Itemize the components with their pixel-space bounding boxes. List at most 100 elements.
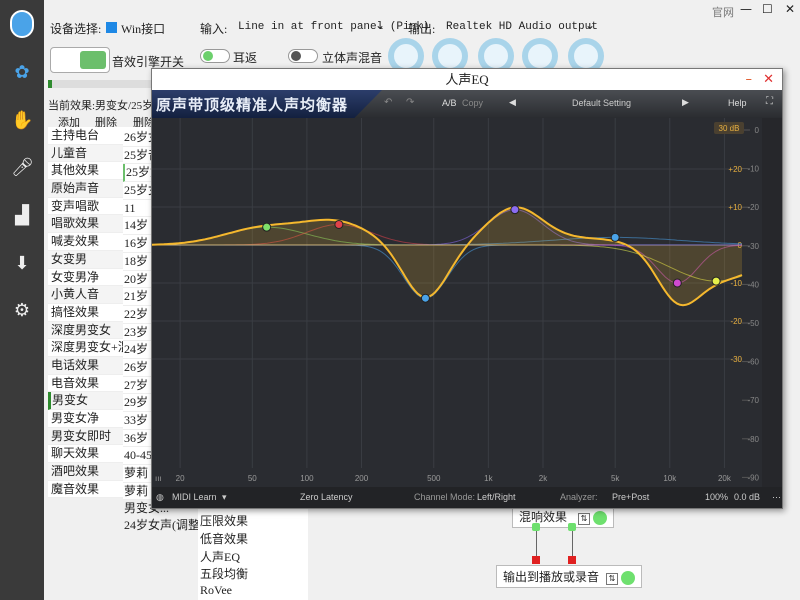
redo-icon[interactable]: ↷ bbox=[406, 97, 414, 108]
band-handle-2[interactable] bbox=[334, 219, 344, 229]
preset-list-item[interactable]: 40-45 bbox=[123, 447, 153, 466]
minimize-button[interactable]: — bbox=[740, 2, 752, 16]
freq-tick-label: 1k bbox=[484, 474, 493, 483]
zoom-value[interactable]: 100% bbox=[705, 492, 728, 502]
maximize-button[interactable]: ☐ bbox=[762, 2, 773, 16]
analyzer-tick-label: -20 bbox=[747, 203, 759, 212]
channel-mode-value[interactable]: Left/Right bbox=[477, 492, 516, 502]
fx-item-5band-eq[interactable]: 五段均衡 bbox=[200, 565, 248, 582]
preset-prev-icon[interactable]: ◀ bbox=[509, 97, 516, 108]
midi-dropdown-icon[interactable]: ▾ bbox=[222, 492, 227, 503]
hand-nav-icon[interactable]: ✋ bbox=[11, 110, 33, 132]
preset-list-item[interactable]: 33岁 bbox=[123, 412, 153, 430]
reverb-node-label: 混响效果 bbox=[519, 510, 568, 524]
output-dropdown-icon[interactable]: ⌄ bbox=[585, 18, 595, 32]
eq-graph[interactable]: 20 50 100 200 500 1k 2k 5k 10k 20k +20 +10 0 -10 -20 -3… bbox=[152, 118, 782, 487]
download-nav-icon[interactable]: ⬇ bbox=[11, 253, 33, 275]
preset-list-item[interactable]: 23岁 bbox=[123, 323, 153, 342]
preset-list-item[interactable]: 24岁 bbox=[123, 341, 153, 359]
preset-list-item[interactable]: 14岁 bbox=[123, 217, 153, 236]
preset-list-item[interactable]: 36岁 bbox=[123, 429, 153, 448]
preset-list-item[interactable]: 25岁女 bbox=[123, 164, 153, 183]
midi-learn-button[interactable]: MIDI Learn bbox=[172, 492, 217, 502]
preset-list-item[interactable]: 22岁 bbox=[123, 305, 153, 324]
undo-icon[interactable]: ↶ bbox=[384, 97, 392, 108]
progress-bar bbox=[48, 80, 152, 88]
analyzer-value[interactable]: Pre+Post bbox=[612, 492, 649, 502]
preset-list-item[interactable]: 21岁 bbox=[123, 288, 153, 306]
presets-list: 26岁女25岁音25岁女25岁女1114岁16岁18岁20岁21岁22岁23岁2… bbox=[123, 129, 153, 501]
preset-list-item[interactable]: 25岁音 bbox=[123, 146, 153, 165]
analyzer-tick-label: -90 bbox=[747, 473, 759, 482]
preset-list-item[interactable]: 20岁 bbox=[123, 270, 153, 289]
freq-tick-label: 100 bbox=[300, 474, 314, 483]
reverb-enable-toggle[interactable] bbox=[593, 511, 608, 526]
ab-button[interactable]: A/B bbox=[442, 98, 457, 108]
preset-list-item[interactable]: 27岁 bbox=[123, 376, 153, 395]
preset-list-item[interactable]: 29岁 bbox=[123, 394, 153, 412]
db-tick-label: -20 bbox=[730, 317, 742, 326]
input-select[interactable]: Line in at front panel (Pink) bbox=[238, 21, 429, 33]
channel-mode-label: Channel Mode: bbox=[414, 492, 476, 502]
fx-item-rovee[interactable]: RoVee bbox=[200, 583, 232, 598]
eq-minimize-button[interactable]: – bbox=[746, 69, 753, 90]
settings-nav-icon[interactable]: ⚙ bbox=[11, 300, 33, 322]
preset-list-item[interactable]: 26岁 bbox=[123, 358, 153, 377]
band-handle-6[interactable] bbox=[672, 278, 682, 288]
output-select[interactable]: Realtek HD Audio output bbox=[446, 21, 598, 33]
latency-mode[interactable]: Zero Latency bbox=[300, 492, 353, 502]
freq-tick-label: 20k bbox=[718, 474, 732, 483]
preset-list-item[interactable]: 16岁 bbox=[123, 235, 153, 253]
analyzer-label: Analyzer: bbox=[560, 492, 598, 502]
fx-item-bass[interactable]: 低音效果 bbox=[200, 530, 248, 547]
db-tick-label: -10 bbox=[730, 279, 742, 288]
app-logo-icon bbox=[10, 10, 34, 38]
fx-item-vocal-eq[interactable]: 人声EQ bbox=[200, 548, 240, 565]
sidebar: ✿ ✋ 🎤︎ ▟ ⬇ ⚙ bbox=[0, 0, 44, 600]
ear-return-toggle[interactable] bbox=[200, 49, 230, 63]
output-port[interactable] bbox=[568, 556, 576, 564]
preset-next-icon[interactable]: ▶ bbox=[682, 97, 689, 108]
input-port[interactable] bbox=[568, 523, 576, 531]
device-select[interactable]: Win接口 bbox=[121, 20, 165, 37]
db-tick-label: -30 bbox=[730, 355, 742, 364]
current-effect: 当前效果:男变女/25岁声 bbox=[48, 100, 165, 112]
connector-line bbox=[572, 527, 573, 557]
midi-icon[interactable]: ◍ bbox=[156, 492, 164, 503]
microphone-nav-icon[interactable]: 🎤︎ bbox=[11, 157, 34, 179]
eq-close-button[interactable]: ✕ bbox=[763, 69, 774, 90]
effects-nav-icon[interactable]: ✿ bbox=[11, 62, 33, 84]
bag-nav-icon[interactable]: ▟ bbox=[11, 205, 33, 227]
input-dropdown-icon[interactable]: ⌄ bbox=[375, 18, 385, 32]
output-port[interactable] bbox=[532, 556, 540, 564]
output-settings-icon[interactable]: ⇅ bbox=[606, 573, 619, 585]
official-site-link[interactable]: 官网 bbox=[712, 4, 734, 20]
effect-engine-toggle[interactable] bbox=[50, 47, 110, 73]
preset-list-item[interactable]: 萝莉 bbox=[123, 482, 153, 501]
output-label: 输出: bbox=[408, 22, 436, 36]
band-handle-7[interactable] bbox=[711, 276, 721, 286]
preset-list-item[interactable]: 26岁女 bbox=[123, 129, 153, 147]
output-enable-toggle[interactable] bbox=[621, 571, 636, 586]
preset-list-item[interactable]: 萝莉 bbox=[123, 465, 153, 483]
preset-list-item[interactable]: 25岁女 bbox=[123, 182, 153, 200]
help-button[interactable]: Help bbox=[728, 98, 747, 108]
preset-list-item[interactable]: 11 bbox=[123, 199, 153, 218]
reverb-settings-icon[interactable]: ⇅ bbox=[578, 513, 591, 525]
fullscreen-icon[interactable]: ⛶ bbox=[766, 96, 773, 107]
copy-button[interactable]: Copy bbox=[462, 98, 483, 108]
windows-icon bbox=[106, 22, 117, 33]
band-handle-3[interactable] bbox=[420, 293, 430, 303]
band-handle-1[interactable] bbox=[262, 222, 272, 232]
resize-grip-icon[interactable]: ⋯ bbox=[772, 492, 781, 503]
band-handle-5[interactable] bbox=[610, 232, 620, 242]
stereo-mix-toggle[interactable] bbox=[288, 49, 318, 63]
band-handle-4[interactable] bbox=[510, 205, 520, 215]
input-port[interactable] bbox=[532, 523, 540, 531]
output-gain-value[interactable]: 0.0 dB bbox=[734, 492, 760, 502]
preset-list-item[interactable]: 18岁 bbox=[123, 252, 153, 271]
fx-item-limiter[interactable]: 压限效果 bbox=[200, 512, 248, 529]
output-node[interactable]: 输出到播放或录音 ⇅ bbox=[496, 565, 643, 589]
preset-select[interactable]: Default Setting bbox=[572, 98, 631, 108]
close-button[interactable]: ✕ bbox=[785, 2, 795, 16]
